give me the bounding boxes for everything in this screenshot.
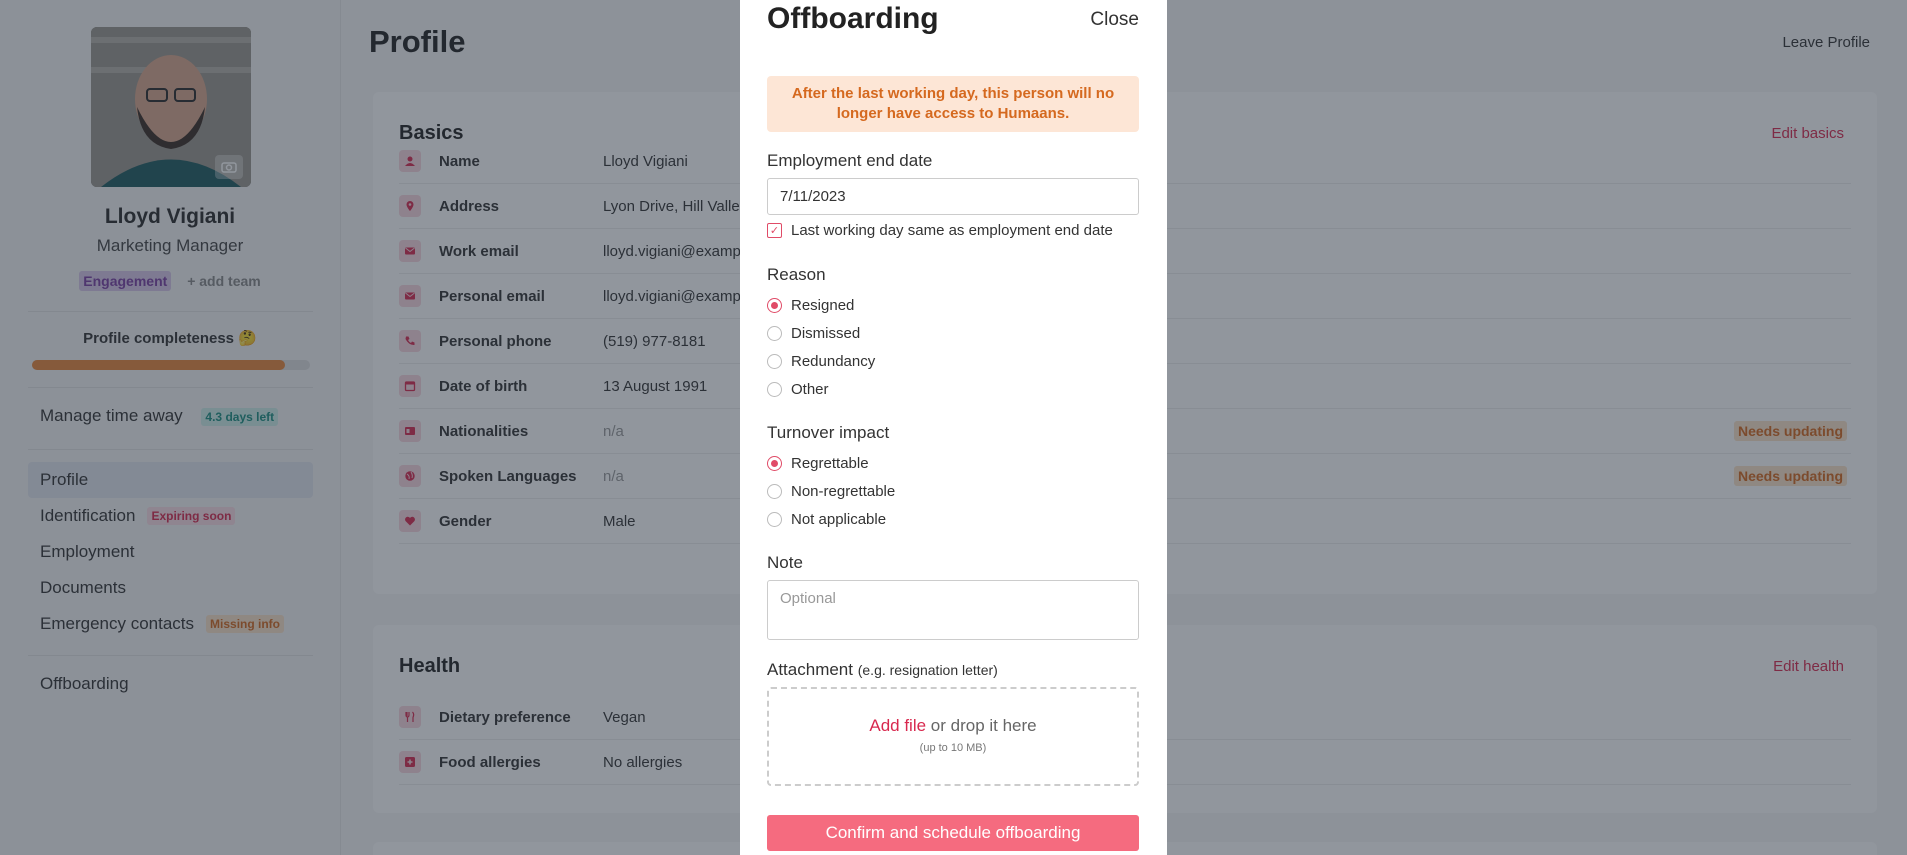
reason-label: Reason xyxy=(767,265,826,284)
modal-title: Offboarding xyxy=(767,2,939,35)
attachment-label-text: Attachment xyxy=(767,660,853,679)
reason-option-resigned[interactable]: Resigned xyxy=(767,297,854,314)
radio-label: Dismissed xyxy=(791,325,861,342)
turnover-option-not-applicable[interactable]: Not applicable xyxy=(767,511,886,528)
radio-label: Redundancy xyxy=(791,353,876,370)
last-day-checkbox-label: Last working day same as employment end … xyxy=(791,222,1113,239)
drop-main-text: Add file or drop it here xyxy=(769,716,1137,736)
radio-icon[interactable] xyxy=(767,354,782,369)
close-button[interactable]: Close xyxy=(1090,9,1139,31)
confirm-offboarding-button[interactable]: Confirm and schedule offboarding xyxy=(767,815,1139,851)
turnover-label: Turnover impact xyxy=(767,423,890,442)
radio-label: Resigned xyxy=(791,297,855,314)
file-drop-zone[interactable]: Add file or drop it here (up to 10 MB) xyxy=(767,687,1139,786)
file-size-hint: (up to 10 MB) xyxy=(919,742,987,754)
add-file-link[interactable]: Add file xyxy=(869,716,926,735)
turnover-option-non-regrettable[interactable]: Non-regrettable xyxy=(767,483,895,500)
radio-icon[interactable] xyxy=(767,382,782,397)
radio-icon[interactable] xyxy=(767,484,782,499)
radio-label: Regrettable xyxy=(791,455,869,472)
radio-icon[interactable] xyxy=(767,512,782,527)
note-textarea[interactable] xyxy=(767,580,1139,640)
end-date-label: Employment end date xyxy=(767,151,933,170)
checkbox-checked-icon[interactable]: ✓ xyxy=(767,223,782,238)
last-day-checkbox-row[interactable]: ✓ Last working day same as employment en… xyxy=(767,222,1113,239)
turnover-option-regrettable[interactable]: Regrettable xyxy=(767,455,869,472)
drop-text: or drop it here xyxy=(930,716,1037,735)
reason-option-dismissed[interactable]: Dismissed xyxy=(767,325,860,342)
radio-label: Non-regrettable xyxy=(791,483,896,500)
note-label: Note xyxy=(767,553,803,572)
offboarding-modal: Offboarding Close After the last working… xyxy=(740,0,1167,855)
end-date-input[interactable] xyxy=(767,178,1139,215)
access-warning: After the last working day, this person … xyxy=(767,76,1139,132)
radio-label: Not applicable xyxy=(791,511,887,528)
attachment-label: Attachment (e.g. resignation letter) xyxy=(767,660,998,680)
radio-label: Other xyxy=(791,381,829,398)
radio-selected-icon[interactable] xyxy=(767,456,782,471)
radio-selected-icon[interactable] xyxy=(767,298,782,313)
attachment-hint: (e.g. resignation letter) xyxy=(857,662,998,678)
radio-icon[interactable] xyxy=(767,326,782,341)
reason-option-other[interactable]: Other xyxy=(767,381,829,398)
reason-option-redundancy[interactable]: Redundancy xyxy=(767,353,875,370)
